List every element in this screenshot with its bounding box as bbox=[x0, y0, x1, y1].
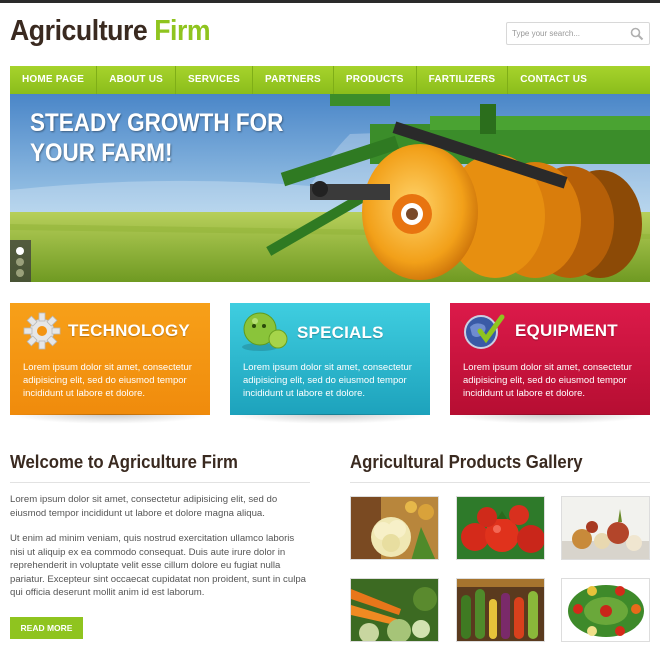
search-icon[interactable] bbox=[630, 27, 644, 41]
gallery-thumb-vegetable-wreath[interactable] bbox=[561, 578, 650, 642]
onions-photo bbox=[562, 497, 649, 559]
box-shadow bbox=[10, 414, 210, 424]
smiley-icon bbox=[242, 312, 288, 351]
feature-box-technology[interactable]: TECHNOLOGY Lorem ipsum dolor sit amet, c… bbox=[10, 303, 210, 415]
divider bbox=[10, 482, 310, 483]
welcome-paragraph-2: Ut enim ad minim veniam, quis nostrud ex… bbox=[10, 533, 306, 598]
feature-text: Lorem ipsum dolor sit amet, consectetur … bbox=[23, 362, 192, 399]
top-bar bbox=[0, 0, 660, 3]
box-shadow bbox=[450, 414, 650, 424]
vegetable-wreath-photo bbox=[562, 579, 649, 641]
feature-box-equipment[interactable]: EQUIPMENT Lorem ipsum dolor sit amet, co… bbox=[450, 303, 650, 415]
welcome-title: Welcome to Agriculture Firm bbox=[10, 452, 238, 472]
gear-icon bbox=[23, 312, 61, 350]
slider-dot-1[interactable] bbox=[16, 247, 24, 255]
hero-headline-line2: YOUR FARM! bbox=[30, 139, 173, 167]
main-nav: HOME PAGE ABOUT US SERVICES PARTNERS PRO… bbox=[10, 66, 650, 94]
hero-headline-line1: STEADY GROWTH FOR bbox=[30, 109, 284, 137]
nav-item-partners[interactable]: PARTNERS bbox=[253, 66, 334, 94]
feature-title: TECHNOLOGY bbox=[68, 321, 190, 340]
nav-item-home[interactable]: HOME PAGE bbox=[10, 66, 98, 94]
welcome-paragraph-1: Lorem ipsum dolor sit amet, consectetur … bbox=[10, 494, 278, 519]
feature-title: EQUIPMENT bbox=[515, 321, 618, 340]
nav-item-services[interactable]: SERVICES bbox=[176, 66, 254, 94]
gallery-title: Agricultural Products Gallery bbox=[350, 452, 583, 472]
gallery-thumb-cauliflower[interactable] bbox=[350, 496, 439, 560]
carrots-photo bbox=[351, 579, 438, 641]
nav-item-about[interactable]: ABOUT US bbox=[97, 66, 177, 94]
slider-dot-3[interactable] bbox=[16, 269, 24, 277]
nav-item-products[interactable]: PRODUCTS bbox=[334, 66, 417, 94]
feature-title: SPECIALS bbox=[297, 323, 384, 342]
logo-accent-text: Firm bbox=[154, 15, 211, 47]
slider-dot-2[interactable] bbox=[16, 258, 24, 266]
hero-slider: STEADY GROWTH FOR YOUR FARM! bbox=[10, 94, 650, 282]
box-shadow bbox=[230, 414, 430, 424]
slider-dots bbox=[10, 240, 31, 282]
feature-text: Lorem ipsum dolor sit amet, consectetur … bbox=[243, 362, 412, 399]
feature-text: Lorem ipsum dolor sit amet, consectetur … bbox=[463, 362, 632, 399]
globe-check-icon bbox=[464, 314, 505, 349]
cauliflower-photo bbox=[351, 497, 438, 559]
gallery-thumb-mixed-vegetables[interactable] bbox=[456, 578, 545, 642]
gallery-thumb-tomatoes[interactable] bbox=[456, 496, 545, 560]
divider bbox=[350, 482, 650, 483]
logo-main-text: Agriculture bbox=[10, 15, 148, 47]
nav-item-contact[interactable]: CONTACT US bbox=[508, 66, 599, 94]
nav-item-fartilizers[interactable]: FARTILIZERS bbox=[417, 66, 509, 94]
gallery-thumb-onions[interactable] bbox=[561, 496, 650, 560]
search-box bbox=[506, 22, 650, 45]
read-more-button[interactable]: READ MORE bbox=[10, 617, 83, 639]
gallery-thumb-carrots[interactable] bbox=[350, 578, 439, 642]
mixed-vegetables-photo bbox=[457, 579, 544, 641]
hero-headline: STEADY GROWTH FOR YOUR FARM! bbox=[30, 108, 300, 168]
tomatoes-photo bbox=[457, 497, 544, 559]
logo[interactable]: Agriculture Firm bbox=[10, 15, 211, 48]
search-input[interactable] bbox=[507, 23, 625, 44]
feature-box-specials[interactable]: SPECIALS Lorem ipsum dolor sit amet, con… bbox=[230, 303, 430, 415]
